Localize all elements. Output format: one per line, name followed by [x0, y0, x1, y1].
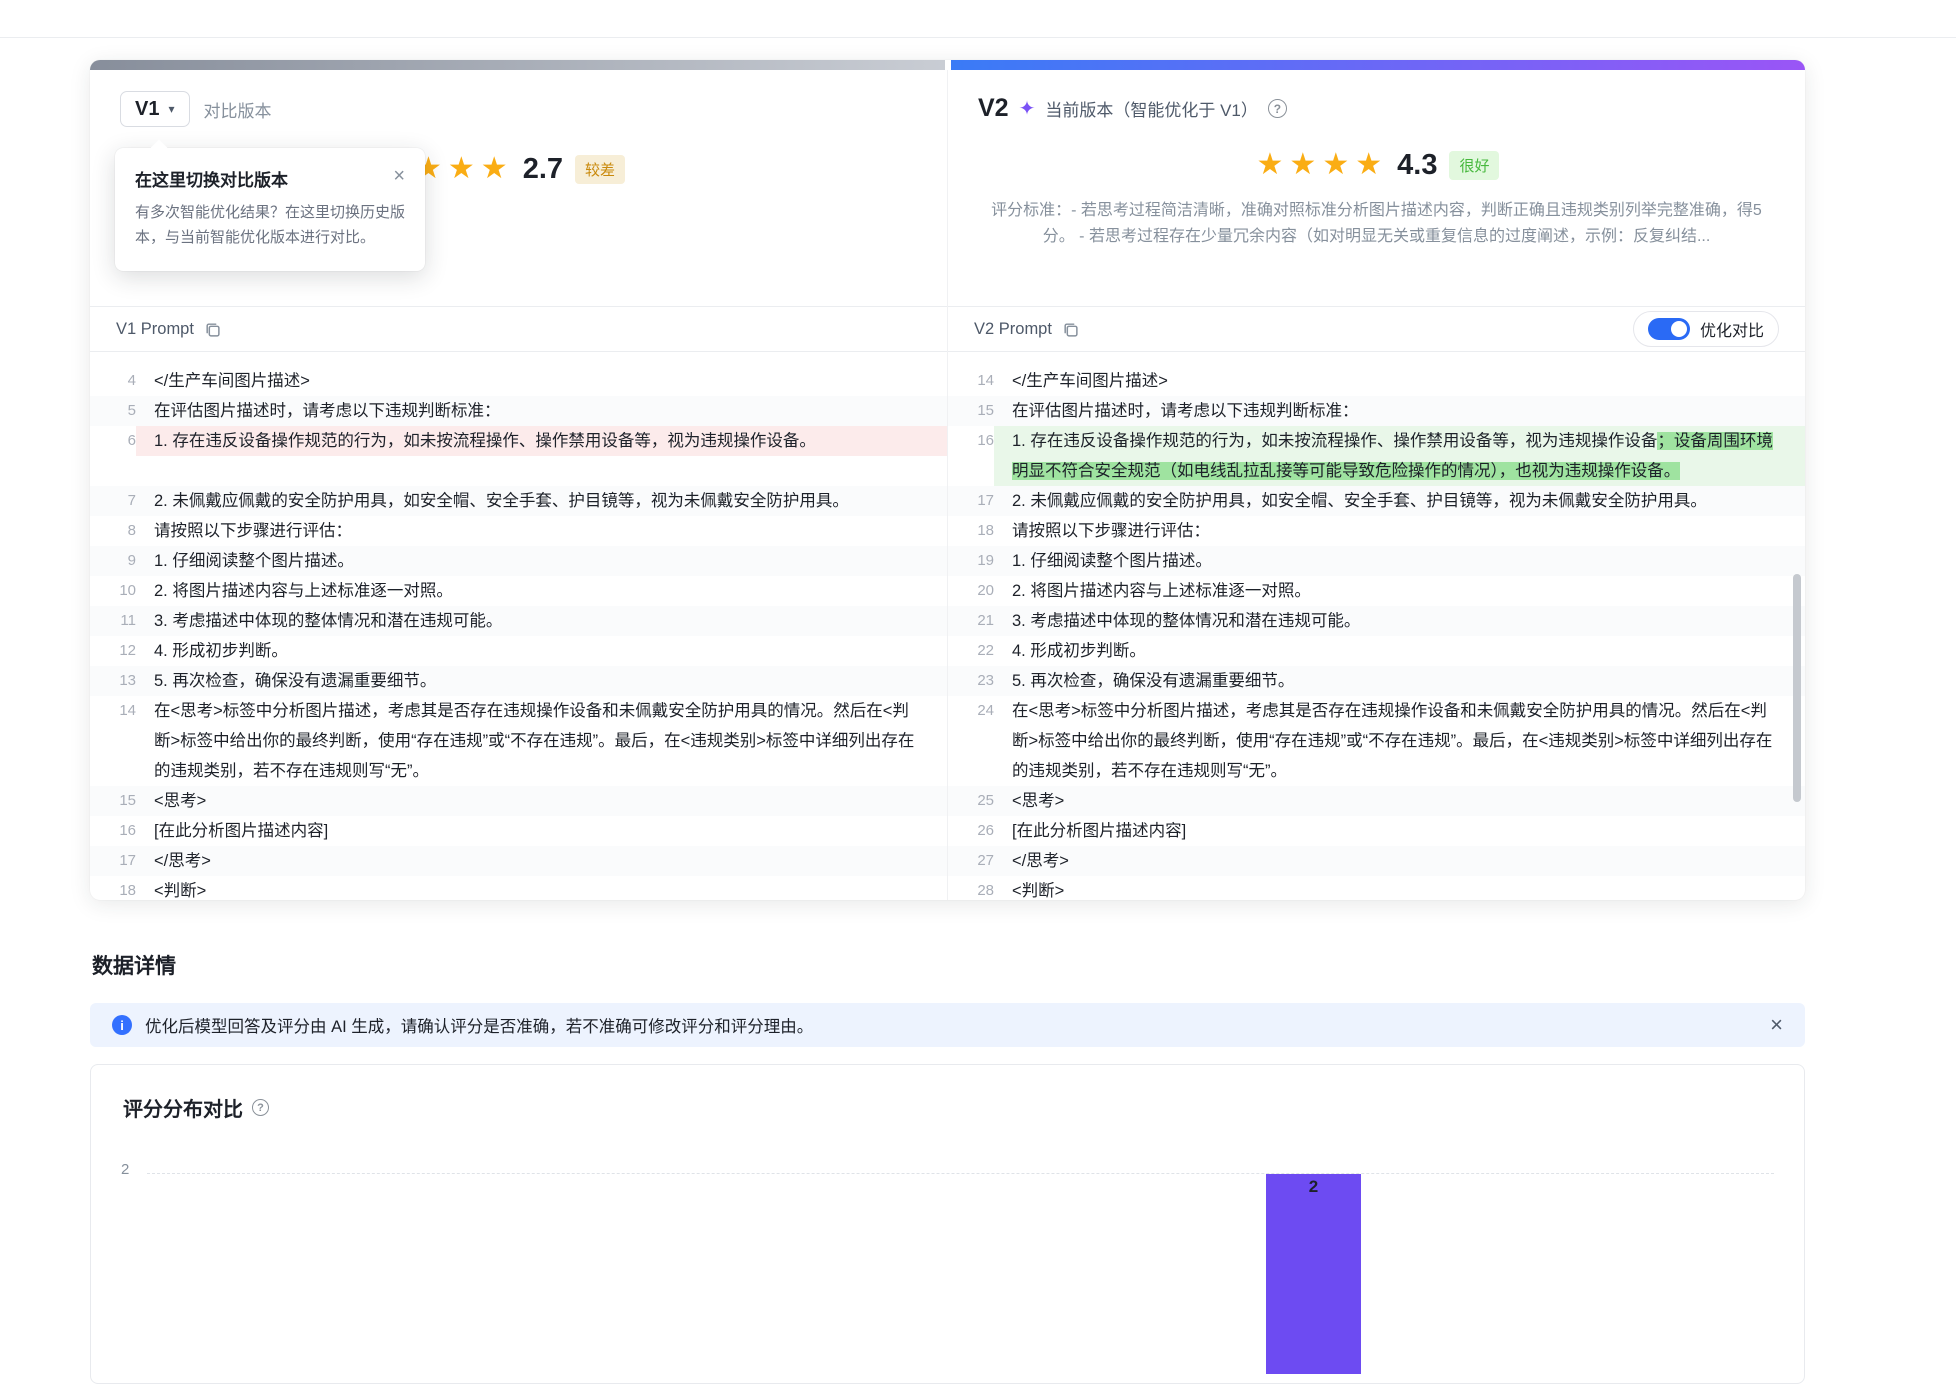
code-line-28: 28<判断> [948, 876, 1805, 900]
close-icon[interactable]: × [1770, 1014, 1783, 1036]
code-line-22: 224. 形成初步判断。 [948, 636, 1805, 666]
y-axis-tick: 2 [121, 1161, 129, 1178]
code-line-23: 235. 再次检查，确保没有遗漏重要细节。 [948, 666, 1805, 696]
v2-scrollbar-thumb[interactable] [1793, 574, 1801, 802]
v1-panel: V1 ▾ 对比版本 ★★★ 2.7 较差 在这里切换对比版本 × 有多次智能优化… [90, 70, 948, 900]
code-line-25: 25<思考> [948, 786, 1805, 816]
tooltip-body: 有多次智能优化结果？在这里切换历史版本，与当前智能优化版本进行对比。 [135, 201, 405, 251]
code-line-13: 135. 再次检查，确保没有遗漏重要细节。 [90, 666, 947, 696]
v2-rating-row: ★★★★ 4.3 很好 [948, 145, 1805, 185]
code-line-18: 18<判断> [90, 876, 947, 900]
v2-score: 4.3 [1397, 149, 1437, 182]
code-line-21: 213. 考虑描述中体现的整体情况和潜在违规可能。 [948, 606, 1805, 636]
help-icon[interactable]: ? [1268, 99, 1287, 118]
v1-prompt-label: V1 Prompt [116, 320, 194, 339]
code-line-17: 172. 未佩戴应佩戴的安全防护用具，如安全帽、安全手套、护目镜等，视为未佩戴安… [948, 486, 1805, 516]
code-line-8: 8请按照以下步骤进行评估： [90, 516, 947, 546]
code-line-20: 202. 将图片描述内容与上述标准逐一对照。 [948, 576, 1805, 606]
version-switch-tooltip: 在这里切换对比版本 × 有多次智能优化结果？在这里切换历史版本，与当前智能优化版… [115, 148, 425, 271]
star-icon: ★ [481, 154, 508, 184]
code-line-12: 124. 形成初步判断。 [90, 636, 947, 666]
v1-prompt-code: 4</生产车间图片描述>5在评估图片描述时，请考虑以下违规判断标准：61. 存在… [90, 352, 947, 900]
code-line-17: 17</思考> [90, 846, 947, 876]
code-line-7: 72. 未佩戴应佩戴的安全防护用具，如安全帽、安全手套、护目镜等，视为未佩戴安全… [90, 486, 947, 516]
star-icon: ★ [1322, 150, 1349, 180]
v1-header: V1 ▾ 对比版本 ★★★ 2.7 较差 在这里切换对比版本 × 有多次智能优化… [90, 70, 947, 306]
v1-gray-strip [90, 60, 945, 70]
star-icon: ★ [1355, 150, 1382, 180]
star-icon: ★ [448, 154, 475, 184]
copy-icon[interactable] [1062, 321, 1079, 338]
tooltip-title: 在这里切换对比版本 [135, 166, 393, 191]
gridline [147, 1173, 1774, 1174]
v1-version-text: V1 [135, 98, 159, 121]
code-line-14: 14</生产车间图片描述> [948, 366, 1805, 396]
code-line-14: 14在<思考>标签中分析图片描述，考虑其是否存在违规操作设备和未佩戴安全防护用具… [90, 696, 947, 786]
ai-generated-notice: i 优化后模型回答及评分由 AI 生成，请确认评分是否准确，若不准确可修改评分和… [90, 1003, 1805, 1047]
v2-gradient-strip [951, 60, 1806, 70]
code-line-24: 24在<思考>标签中分析图片描述，考虑其是否存在违规操作设备和未佩戴安全防护用具… [948, 696, 1805, 786]
info-icon: i [112, 1015, 132, 1035]
v2-prompt-code: 14</生产车间图片描述>15在评估图片描述时，请考虑以下违规判断标准：161.… [948, 352, 1805, 900]
toggle-switch-on[interactable] [1648, 318, 1690, 340]
code-line-15: 15在评估图片描述时，请考虑以下违规判断标准： [948, 396, 1805, 426]
code-line-16: 161. 存在违反设备操作规范的行为，如未按流程操作、操作禁用设备等，视为违规操… [948, 426, 1805, 486]
v1-rating-badge: 较差 [575, 155, 625, 184]
star-icon: ★ [1289, 150, 1316, 180]
ai-sparkle-icon: ✦ [1019, 99, 1036, 119]
code-line-27: 27</思考> [948, 846, 1805, 876]
code-line-15: 15<思考> [90, 786, 947, 816]
star-icon: ★ [1257, 150, 1284, 180]
diff-spacer [90, 456, 947, 486]
prompt-compare-card: V1 ▾ 对比版本 ★★★ 2.7 较差 在这里切换对比版本 × 有多次智能优化… [90, 60, 1805, 900]
scoring-criteria-text: 评分标准：- 若思考过程简洁清晰，准确对照标准分析图片描述内容，判断正确且违规类… [982, 198, 1770, 250]
code-line-19: 191. 仔细阅读整个图片描述。 [948, 546, 1805, 576]
version-color-strips [90, 60, 1805, 70]
code-line-18: 18请按照以下步骤进行评估： [948, 516, 1805, 546]
toggle-label: 优化对比 [1700, 317, 1764, 341]
notice-text: 优化后模型回答及评分由 AI 生成，请确认评分是否准确，若不准确可修改评分和评分… [145, 1013, 1757, 1037]
data-details-title: 数据详情 [92, 950, 176, 980]
page-header-divider [0, 37, 1956, 38]
v1-score: 2.7 [523, 153, 563, 186]
code-line-11: 113. 考虑描述中体现的整体情况和潜在违规可能。 [90, 606, 947, 636]
code-line-26: 26[在此分析图片描述内容] [948, 816, 1805, 846]
code-line-6: 61. 存在违反设备操作规范的行为，如未按流程操作、操作禁用设备等，视为违规操作… [90, 426, 947, 456]
v2-prompt-label: V2 Prompt [974, 320, 1052, 339]
bar-value-label: 2 [1266, 1177, 1361, 1197]
current-version-label: 当前版本（智能优化于 V1） [1045, 96, 1258, 121]
v2-header: V2 ✦ 当前版本（智能优化于 V1） ? ★★★★ 4.3 很好 评分标准：-… [948, 70, 1805, 306]
code-line-9: 91. 仔细阅读整个图片描述。 [90, 546, 947, 576]
close-icon[interactable]: × [393, 166, 405, 186]
code-line-10: 102. 将图片描述内容与上述标准逐一对照。 [90, 576, 947, 606]
v2-stars: ★★★★ [1254, 150, 1386, 180]
copy-icon[interactable] [204, 321, 221, 338]
v2-panel: V2 ✦ 当前版本（智能优化于 V1） ? ★★★★ 4.3 很好 评分标准：-… [948, 70, 1805, 900]
diff-added-text: ；设备周围环境明显不符合安全规范（如电线乱拉乱接等可能导致危险操作的情况），也视… [1012, 432, 1773, 480]
v2-version-text: V2 [978, 94, 1009, 123]
v1-version-dropdown[interactable]: V1 ▾ [120, 91, 190, 127]
v2-rating-badge: 很好 [1449, 151, 1499, 180]
distribution-bar [1266, 1174, 1361, 1374]
score-distribution-card: 评分分布对比 ? 2 2 [90, 1064, 1805, 1384]
v1-prompt-header: V1 Prompt [90, 306, 947, 352]
v2-prompt-header: V2 Prompt 优化对比 [948, 306, 1805, 352]
code-line-5: 5在评估图片描述时，请考虑以下违规判断标准： [90, 396, 947, 426]
chevron-down-icon: ▾ [168, 102, 174, 116]
code-line-4: 4</生产车间图片描述> [90, 366, 947, 396]
compare-version-label: 对比版本 [204, 97, 272, 122]
code-line-16: 16[在此分析图片描述内容] [90, 816, 947, 846]
v1-stars: ★★★ [412, 154, 511, 184]
optimize-compare-toggle[interactable]: 优化对比 [1633, 311, 1779, 347]
chart-help-icon[interactable]: ? [252, 1099, 269, 1116]
chart-title: 评分分布对比 [123, 1093, 243, 1122]
